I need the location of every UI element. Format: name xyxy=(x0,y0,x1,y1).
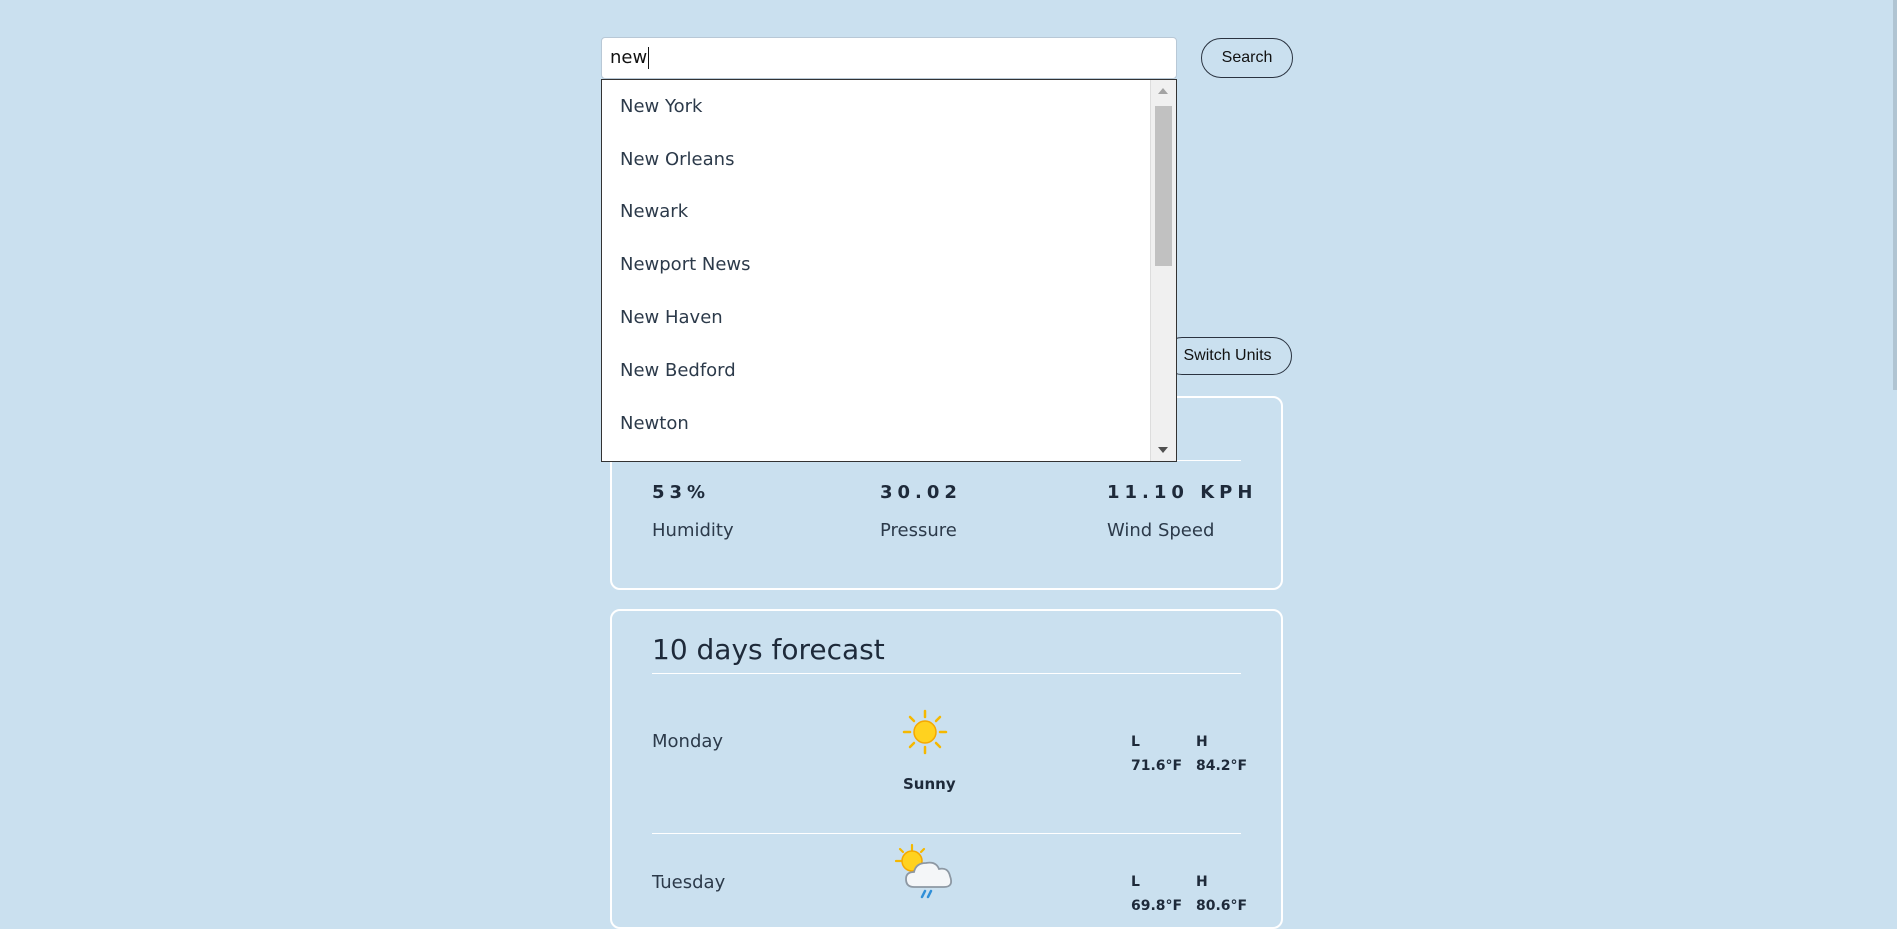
pressure-label: Pressure xyxy=(880,520,957,541)
forecast-low: L 71.6°F xyxy=(1131,730,1182,778)
scroll-thumb[interactable] xyxy=(1155,106,1172,266)
humidity-value: 53% xyxy=(652,482,711,503)
suggestion-item[interactable]: New Orleans xyxy=(620,149,734,170)
switch-units-button[interactable]: Switch Units xyxy=(1163,337,1292,375)
high-value: 80.6°F xyxy=(1196,898,1248,914)
search-input-value: new xyxy=(610,47,648,68)
pressure-stat: 30.02 Pressure xyxy=(880,482,962,541)
forecast-row-divider xyxy=(652,833,1241,834)
high-value: 84.2°F xyxy=(1196,758,1248,774)
autocomplete-dropdown: New York New Orleans Newark Newport News… xyxy=(601,79,1177,462)
forecast-divider xyxy=(652,673,1241,674)
forecast-title: 10 days forecast xyxy=(652,633,885,666)
suggestion-item[interactable]: Newark xyxy=(620,201,688,222)
switch-units-label: Switch Units xyxy=(1183,347,1272,364)
search-input[interactable]: new xyxy=(601,37,1177,79)
suggestion-item[interactable]: Newton xyxy=(620,413,689,434)
high-label: H xyxy=(1196,874,1208,890)
dropdown-scrollbar[interactable] xyxy=(1150,80,1176,461)
partly-cloudy-rain-icon xyxy=(894,843,953,899)
low-value: 69.8°F xyxy=(1131,898,1183,914)
forecast-low: L 69.8°F xyxy=(1131,870,1182,918)
pressure-value: 30.02 xyxy=(880,482,962,503)
wind-speed-label: Wind Speed xyxy=(1107,520,1215,541)
forecast-day-label: Monday xyxy=(652,731,724,752)
low-value: 71.6°F xyxy=(1131,758,1183,774)
forecast-day-label: Tuesday xyxy=(652,872,726,893)
suggestion-item[interactable]: New Bedford xyxy=(620,360,736,381)
low-label: L xyxy=(1131,734,1140,750)
low-label: L xyxy=(1131,874,1140,890)
search-button[interactable]: Search xyxy=(1201,38,1293,78)
suggestion-item[interactable]: Newport News xyxy=(620,254,751,275)
humidity-label: Humidity xyxy=(652,520,734,541)
humidity-stat: 53% Humidity xyxy=(652,482,734,541)
scroll-up-arrow-icon[interactable] xyxy=(1158,88,1168,94)
forecast-card: 10 days forecast Monday Sunny L 71.6°F H… xyxy=(610,609,1283,929)
suggestion-item[interactable]: New Haven xyxy=(620,307,723,328)
forecast-high: H 80.6°F xyxy=(1196,870,1247,918)
wind-speed-value: 11.10 KPH xyxy=(1107,482,1258,503)
forecast-condition: Sunny xyxy=(903,775,956,793)
text-caret xyxy=(648,47,650,69)
sun-icon xyxy=(902,709,948,755)
page-scrollbar[interactable] xyxy=(1893,0,1897,390)
forecast-high: H 84.2°F xyxy=(1196,730,1247,778)
scroll-down-arrow-icon[interactable] xyxy=(1158,447,1168,453)
search-button-label: Search xyxy=(1221,49,1273,66)
wind-speed-stat: 11.10 KPH Wind Speed xyxy=(1107,482,1257,541)
high-label: H xyxy=(1196,734,1208,750)
suggestion-item[interactable]: New York xyxy=(620,96,702,117)
